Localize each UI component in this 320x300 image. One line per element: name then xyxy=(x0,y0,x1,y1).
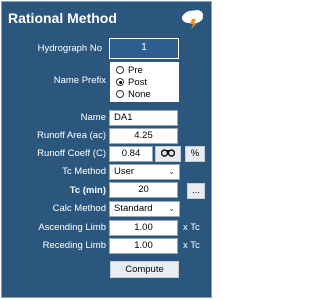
runoff-coeff-input[interactable]: 0.84 xyxy=(109,146,153,162)
runoff-area-input[interactable]: 4.25 xyxy=(109,128,178,144)
radio-pre-label: Pre xyxy=(128,65,143,76)
ascending-limb-label: Ascending Limb xyxy=(38,222,106,233)
receding-limb-label: Receding Limb xyxy=(42,240,106,251)
radio-pre-circle[interactable] xyxy=(116,66,124,74)
tc-input[interactable]: 20 xyxy=(109,182,178,198)
name-prefix-label: Name Prefix xyxy=(53,75,106,86)
receding-limb-suffix: x Tc xyxy=(183,240,200,251)
tc-method-value: User xyxy=(114,166,135,177)
ascending-limb-suffix: x Tc xyxy=(183,222,200,233)
chevron-down-icon: ⌄ xyxy=(168,204,175,213)
tc-label: Tc (min) xyxy=(69,185,106,196)
name-label: Name xyxy=(80,112,106,123)
tc-method-label: Tc Method xyxy=(62,166,106,177)
panel-title: Rational Method xyxy=(8,10,117,26)
radio-post-circle[interactable] xyxy=(116,78,124,86)
name-input[interactable]: DA1 xyxy=(109,110,178,126)
name-prefix-group: Pre Post None xyxy=(109,61,180,103)
cloud-lightning-icon[interactable] xyxy=(180,8,206,30)
radio-pre[interactable]: Pre xyxy=(116,65,143,76)
compute-button[interactable]: Compute xyxy=(110,261,179,278)
hydrograph-no-selector[interactable]: 1 xyxy=(109,38,179,59)
percent-button[interactable]: % xyxy=(185,146,205,162)
radio-post[interactable]: Post xyxy=(116,77,147,88)
radio-post-label: Post xyxy=(128,77,148,88)
chevron-down-icon: ⌄ xyxy=(168,167,175,176)
runoff-coeff-label: Runoff Coeff (C) xyxy=(37,148,106,159)
receding-limb-input[interactable]: 1.00 xyxy=(109,238,178,254)
calc-method-value: Standard xyxy=(114,203,153,214)
calc-method-label: Calc Method xyxy=(52,203,106,214)
rational-method-panel: Rational Method Hydrograph No 1 Name Pre… xyxy=(1,1,212,298)
radio-none[interactable]: None xyxy=(116,89,151,100)
ascending-limb-input[interactable]: 1.00 xyxy=(109,220,178,236)
calc-method-select[interactable]: Standard ⌄ xyxy=(109,201,180,217)
lookup-button[interactable] xyxy=(155,146,181,162)
binoculars-icon xyxy=(160,149,176,157)
tc-method-select[interactable]: User ⌄ xyxy=(109,164,180,180)
runoff-area-label: Runoff Area (ac) xyxy=(36,130,106,141)
radio-none-label: None xyxy=(128,89,151,100)
tc-browse-button[interactable]: ... xyxy=(187,183,205,199)
hydrograph-no-label: Hydrograph No xyxy=(37,43,102,54)
radio-none-circle[interactable] xyxy=(116,90,124,98)
